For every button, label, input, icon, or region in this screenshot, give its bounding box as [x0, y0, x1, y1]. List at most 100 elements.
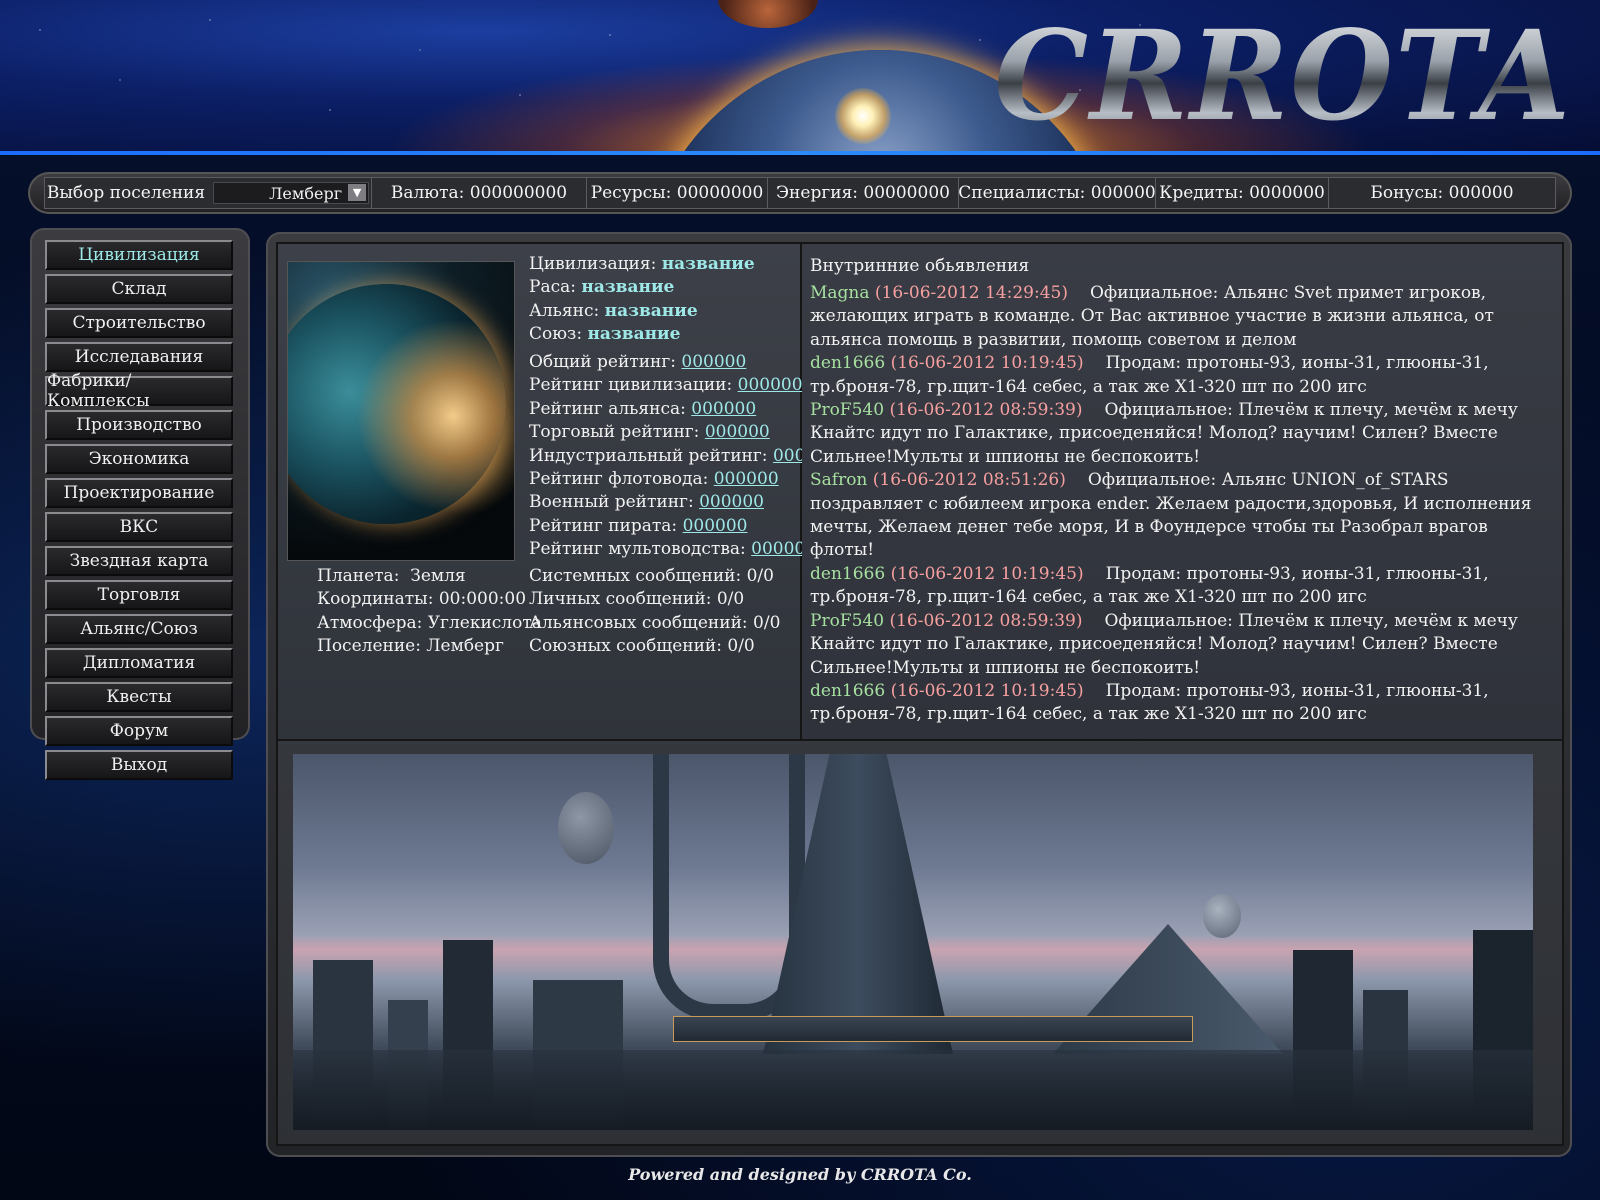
alliance-value: название [604, 300, 698, 321]
menu-item-factories[interactable]: Фабрики/Комплексы [45, 371, 233, 411]
alliance-row: Альянс: название [529, 300, 755, 323]
announcement-author[interactable]: ProF540 [810, 400, 884, 420]
menu-item-quests[interactable]: Квесты [45, 682, 233, 712]
union-label: Союз: [529, 324, 583, 345]
system-messages[interactable]: Системных сообщений: 0/0 [529, 565, 780, 588]
settlement-dropdown-value: Лемберг [269, 183, 343, 203]
header-divider [0, 151, 1600, 155]
rating-label: Торговый рейтинг: [529, 422, 700, 443]
announcements-title: Внутринние обьявления [810, 256, 1030, 276]
menu-item-production[interactable]: Производство [45, 410, 233, 440]
announcement-item: Safron (16-06-2012 08:51:26) Официальное:… [810, 469, 1538, 563]
announcement-author[interactable]: Safron [810, 470, 867, 490]
energy-stat: Энергия: 00000000 [768, 178, 959, 208]
rating-label: Общий рейтинг: [529, 352, 677, 372]
announcement-item: den1666 (16-06-2012 10:19:45) Продам: про… [810, 680, 1538, 727]
menu-item-star-map[interactable]: Звездная карта [45, 546, 233, 576]
union-row: Союз: название [529, 323, 755, 346]
menu-item-research[interactable]: Исследавания [45, 342, 233, 372]
announcement-author[interactable]: den1666 [810, 681, 885, 701]
announcement-author[interactable]: den1666 [810, 564, 885, 584]
civ-details: Цивилизация: название Раса: название Аль… [529, 253, 755, 347]
announcement-date: (16-06-2012 10:19:45) [890, 353, 1084, 374]
menu-item-forum[interactable]: Форум [45, 716, 233, 746]
rating-label: Военный рейтинг: [529, 492, 694, 513]
city-ground [293, 1050, 1533, 1130]
menu-item-diplomacy[interactable]: Дипломатия [45, 648, 233, 678]
menu-item-alliance[interactable]: Альянс/Союз [45, 614, 233, 644]
announcement-item: ProF540 (16-06-2012 08:59:39) Официальное… [810, 610, 1538, 680]
main-content: Цивилизация: название Раса: название Аль… [276, 242, 1564, 1146]
menu-item-economy[interactable]: Экономика [45, 444, 233, 474]
rating-link[interactable]: 000000 [683, 516, 748, 536]
currency-stat: Валюта: 000000000 [372, 178, 587, 208]
rating-label: Рейтинг цивилизации: [529, 375, 733, 396]
announcement-date: (16-06-2012 08:59:39) [889, 610, 1083, 631]
rating-row: Рейтинг пирата: 000000 [529, 515, 838, 538]
footer-credits: Powered and designed by CRROTA Co. [628, 1165, 972, 1184]
announcement-date: (16-06-2012 10:19:45) [890, 680, 1084, 701]
announcement-author[interactable]: den1666 [810, 353, 885, 373]
settlement-label: Выбор поселения [46, 183, 206, 203]
race-row: Раса: название [529, 276, 755, 299]
alliance-messages[interactable]: Альянсовых сообщений: 0/0 [529, 612, 780, 635]
planet-atmosphere: Атмосфера: Углекислота [317, 612, 542, 633]
announcements-panel: Внутринние обьявления Magna (16-06-2012 … [802, 244, 1562, 741]
rating-link[interactable]: 000000 [705, 422, 770, 442]
announcement-author[interactable]: Magna [810, 283, 870, 303]
main-frame: Цивилизация: название Раса: название Аль… [266, 232, 1572, 1157]
crrota-logo: CRROTA [994, 2, 1572, 149]
personal-messages[interactable]: Личных сообщений: 0/0 [529, 588, 780, 611]
civ-label: Цивилизация: [529, 254, 657, 274]
menu-item-civilization[interactable]: Цивилизация [45, 240, 233, 270]
city-plaza [673, 1016, 1193, 1042]
sidebar: Цивилизация Склад Строительство Исследав… [30, 228, 250, 780]
main-menu: Цивилизация Склад Строительство Исследав… [45, 240, 233, 784]
rating-link[interactable]: 000000 [691, 399, 756, 419]
settlement-dropdown[interactable]: Лемберг ▼ [213, 182, 370, 204]
status-bar: Выбор поселения Лемберг ▼ Валюта: 000000… [28, 172, 1572, 214]
city-balloon [558, 792, 614, 864]
chevron-down-icon[interactable]: ▼ [348, 184, 367, 201]
menu-item-construction[interactable]: Строительство [45, 308, 233, 338]
rating-link[interactable]: 000000 [699, 492, 764, 512]
planet-details: Планета: Земля Координаты: 00:000:00 Атм… [317, 565, 542, 659]
union-value: название [587, 324, 681, 345]
civ-row: Цивилизация: название [529, 253, 755, 276]
rating-row: Рейтинг флотовода: 000000 [529, 468, 838, 491]
futuristic-city-image [293, 754, 1533, 1130]
union-messages[interactable]: Союзных сообщений: 0/0 [529, 635, 780, 658]
menu-item-logout[interactable]: Выход [45, 750, 233, 780]
rating-row: Индустриальный рейтинг: 000000 [529, 445, 838, 468]
civilization-info-panel: Цивилизация: название Раса: название Аль… [278, 244, 838, 741]
header-banner: CRROTA [0, 0, 1600, 155]
menu-item-warehouse[interactable]: Склад [45, 274, 233, 304]
alliance-label: Альянс: [529, 300, 600, 321]
announcement-item: den1666 (16-06-2012 10:19:45) Продам: про… [810, 352, 1538, 399]
announcement-date: (16-06-2012 08:59:39) [889, 400, 1083, 421]
rating-row: Военный рейтинг: 000000 [529, 491, 838, 514]
rating-row: Рейтинг цивилизации: 000000 [529, 374, 838, 397]
announcement-date: (16-06-2012 08:51:26) [872, 470, 1066, 491]
planet-settlement: Поселение: Лемберг [317, 636, 504, 657]
announcement-author[interactable]: ProF540 [810, 611, 884, 631]
rating-row: Рейтинг мультоводства: 000000 [529, 538, 838, 561]
rating-link[interactable]: 000000 [681, 352, 746, 372]
planet-image [287, 261, 515, 561]
menu-item-vks[interactable]: ВКС [45, 512, 233, 542]
rating-row: Общий рейтинг: 000000 [529, 351, 838, 374]
race-value: название [581, 277, 675, 298]
rating-label: Индустриальный рейтинг: [529, 445, 768, 466]
message-counters: Системных сообщений: 0/0 Личных сообщени… [529, 565, 780, 659]
announcement-item: den1666 (16-06-2012 10:19:45) Продам: про… [810, 563, 1538, 610]
credits-stat: Кредиты: 0000000 [1156, 178, 1329, 208]
menu-item-trade[interactable]: Торговля [45, 580, 233, 610]
planet-name: Планета: Земля [317, 566, 466, 586]
race-label: Раса: [529, 277, 576, 298]
rating-link[interactable]: 000000 [714, 469, 779, 489]
planet-coords: Координаты: 00:000:00 [317, 589, 527, 610]
rating-link[interactable]: 000000 [738, 375, 803, 395]
rating-label: Рейтинг флотовода: [529, 469, 709, 490]
menu-item-design[interactable]: Проектирование [45, 478, 233, 508]
status-bar-inner: Выбор поселения Лемберг ▼ Валюта: 000000… [44, 177, 1556, 209]
